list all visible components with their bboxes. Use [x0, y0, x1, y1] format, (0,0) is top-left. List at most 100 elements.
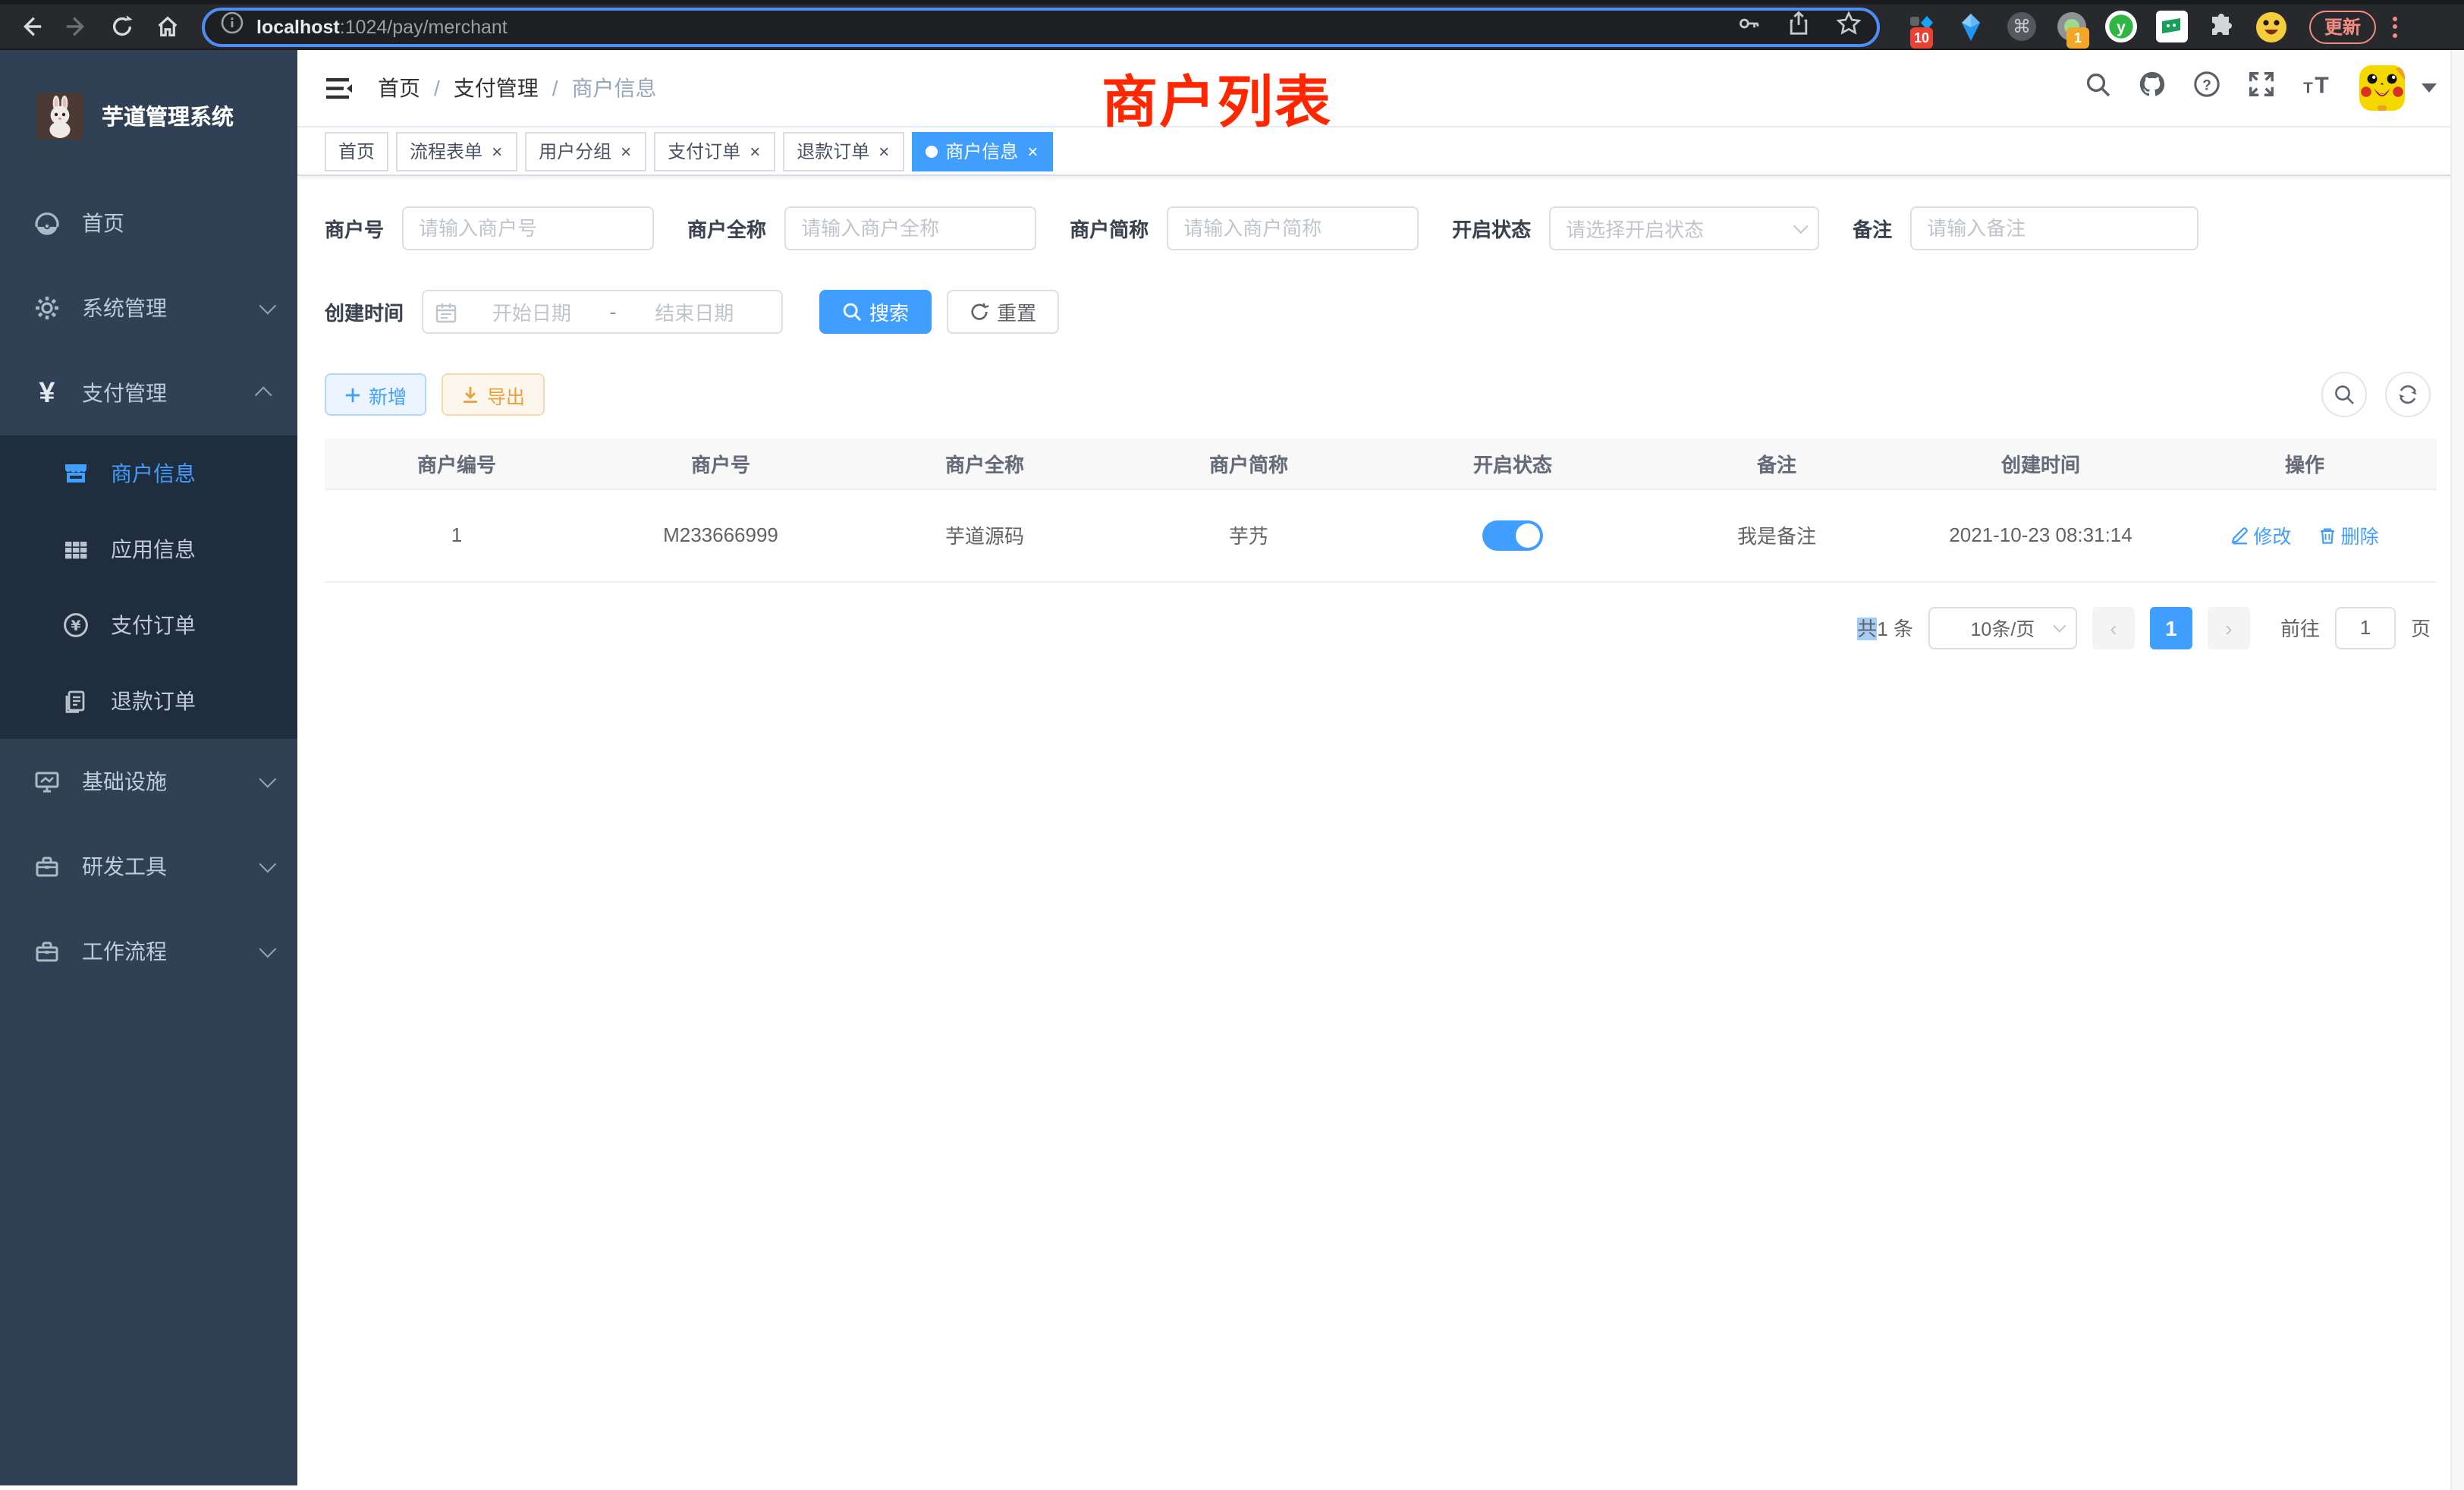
col-status: 开启状态 — [1381, 439, 1645, 489]
prev-page-button[interactable]: ‹ — [2092, 606, 2135, 649]
breadcrumb-separator: / — [552, 76, 558, 100]
close-icon[interactable]: × — [490, 140, 504, 162]
edit-pencil-icon — [2230, 526, 2249, 544]
font-size-icon[interactable]: TT — [2302, 71, 2334, 105]
svg-text:T: T — [2315, 73, 2329, 97]
sidebar-item-app-info[interactable]: 应用信息 — [0, 511, 297, 587]
sidebar-item-infra[interactable]: 基础设施 — [0, 739, 297, 824]
yen-circle-icon: ¥ — [61, 611, 91, 639]
browser-update-button[interactable]: 更新 — [2309, 10, 2376, 43]
browser-extensions: 10 ⌘ 1 y — [1904, 10, 2288, 43]
sidebar-item-label: 首页 — [82, 208, 124, 238]
edit-link[interactable]: 修改 — [2230, 520, 2291, 549]
toggle-search-button[interactable] — [2321, 372, 2367, 417]
sidebar-item-system[interactable]: 系统管理 — [0, 266, 297, 350]
url-bar[interactable]: localhost:1024/pay/merchant — [202, 7, 1880, 46]
github-icon[interactable] — [2138, 70, 2167, 106]
cell-actions: 修改 删除 — [2173, 489, 2437, 581]
tab-pay-order[interactable]: 支付订单× — [654, 131, 775, 171]
create-time-range-picker[interactable]: 开始日期 - 结束日期 — [422, 290, 783, 334]
top-navbar: 首页 / 支付管理 / 商户信息 商户列表 ? TT — [297, 50, 2464, 127]
close-icon[interactable]: × — [748, 140, 762, 162]
bookmark-star-icon[interactable] — [1836, 10, 1862, 43]
tab-merchant-info[interactable]: 商户信息× — [912, 131, 1053, 171]
sidebar-item-merchant-info[interactable]: 商户信息 — [0, 435, 297, 511]
tab-home[interactable]: 首页 — [325, 131, 388, 171]
short-name-input[interactable] — [1167, 206, 1419, 250]
tab-refund-order[interactable]: 退款订单× — [783, 131, 904, 171]
sidebar-item-workflow[interactable]: 工作流程 — [0, 909, 297, 994]
export-button[interactable]: 导出 — [442, 373, 545, 416]
close-icon[interactable]: × — [877, 140, 891, 162]
dashboard-icon — [32, 209, 62, 237]
tab-user-group[interactable]: 用户分组× — [525, 131, 646, 171]
extensions-puzzle-icon[interactable] — [2205, 10, 2238, 43]
back-icon[interactable] — [18, 14, 44, 39]
sidebar-item-label: 系统管理 — [82, 293, 167, 323]
forward-icon[interactable] — [64, 14, 90, 39]
fullscreen-icon[interactable] — [2247, 70, 2276, 106]
tab-process-form[interactable]: 流程表单× — [396, 131, 517, 171]
sidebar-item-home[interactable]: 首页 — [0, 181, 297, 266]
url-text[interactable]: localhost:1024/pay/merchant — [256, 16, 1724, 37]
reset-button[interactable]: 重置 — [947, 290, 1059, 334]
extension-collection-icon[interactable]: 10 — [1904, 10, 1938, 43]
home-icon[interactable] — [155, 14, 181, 39]
svg-text:?: ? — [2202, 78, 2211, 94]
toolbox-icon — [32, 853, 62, 880]
extension-gem-icon[interactable] — [1954, 10, 1988, 43]
page-content: 商户号 商户全称 商户简称 开启状态 请选择开启状态 — [297, 176, 2464, 1485]
help-icon[interactable]: ? — [2192, 70, 2221, 106]
delete-link[interactable]: 删除 — [2318, 520, 2379, 549]
sidebar-collapse-icon[interactable] — [325, 75, 354, 101]
close-icon[interactable]: × — [1026, 140, 1039, 162]
col-create-time: 创建时间 — [1909, 439, 2173, 489]
share-icon[interactable] — [1786, 10, 1812, 43]
page-scrollbar[interactable] — [2450, 50, 2464, 1490]
reload-icon[interactable] — [109, 14, 135, 39]
refresh-table-button[interactable] — [2385, 372, 2431, 417]
user-dropdown-caret-icon[interactable] — [2422, 83, 2437, 93]
range-separator: - — [607, 300, 620, 323]
merchant-no-input[interactable] — [402, 206, 654, 250]
extension-command-icon[interactable]: ⌘ — [2004, 10, 2038, 43]
page-number-1[interactable]: 1 — [2150, 606, 2192, 649]
full-name-input[interactable] — [784, 206, 1036, 250]
remark-input[interactable] — [1910, 206, 2198, 250]
sidebar-item-label: 研发工具 — [82, 851, 167, 882]
svg-text:⌘: ⌘ — [2012, 16, 2030, 37]
cell-full-name: 芋道源码 — [853, 489, 1117, 581]
site-info-icon[interactable] — [220, 11, 244, 42]
user-avatar[interactable] — [2359, 65, 2405, 111]
cell-merchant-id: 1 — [325, 489, 589, 581]
chevron-down-icon — [259, 771, 277, 788]
add-button[interactable]: 新增 — [325, 373, 426, 416]
close-icon[interactable]: × — [619, 140, 633, 162]
page-size-select[interactable]: 10条/页 — [1928, 606, 2077, 649]
filter-label-create-time: 创建时间 — [325, 297, 422, 326]
screen: localhost:1024/pay/merchant 10 ⌘ 1 y 更 — [0, 0, 2464, 1490]
sidebar-logo[interactable]: 芋道管理系统 — [0, 50, 297, 181]
extension-yudao-icon[interactable]: y — [2104, 10, 2138, 43]
next-page-button[interactable]: › — [2208, 606, 2250, 649]
sidebar-item-pay-order[interactable]: ¥ 支付订单 — [0, 587, 297, 663]
extension-emoji-icon[interactable] — [2255, 10, 2288, 43]
gear-icon — [32, 294, 62, 322]
extension-chat-icon[interactable] — [2154, 10, 2188, 43]
sidebar-item-label: 应用信息 — [111, 534, 196, 564]
password-key-icon[interactable] — [1736, 10, 1762, 43]
extension-recorder-icon[interactable]: 1 — [2054, 10, 2088, 43]
header-search-icon[interactable] — [2085, 71, 2112, 105]
payment-submenu: 商户信息 应用信息 ¥ 支付订单 退款订单 — [0, 435, 297, 739]
sidebar-item-refund-order[interactable]: 退款订单 — [0, 663, 297, 739]
sidebar-item-payment[interactable]: ¥ 支付管理 — [0, 350, 297, 435]
browser-menu-icon[interactable] — [2390, 13, 2400, 40]
goto-page-input[interactable] — [2335, 606, 2396, 649]
col-full-name: 商户全称 — [853, 439, 1117, 489]
status-toggle[interactable] — [1482, 520, 1543, 550]
breadcrumb-payment[interactable]: 支付管理 — [454, 73, 539, 103]
sidebar-item-dev-tools[interactable]: 研发工具 — [0, 824, 297, 909]
status-select[interactable]: 请选择开启状态 — [1549, 206, 1819, 250]
breadcrumb-home[interactable]: 首页 — [378, 73, 420, 103]
search-button[interactable]: 搜索 — [819, 290, 932, 334]
